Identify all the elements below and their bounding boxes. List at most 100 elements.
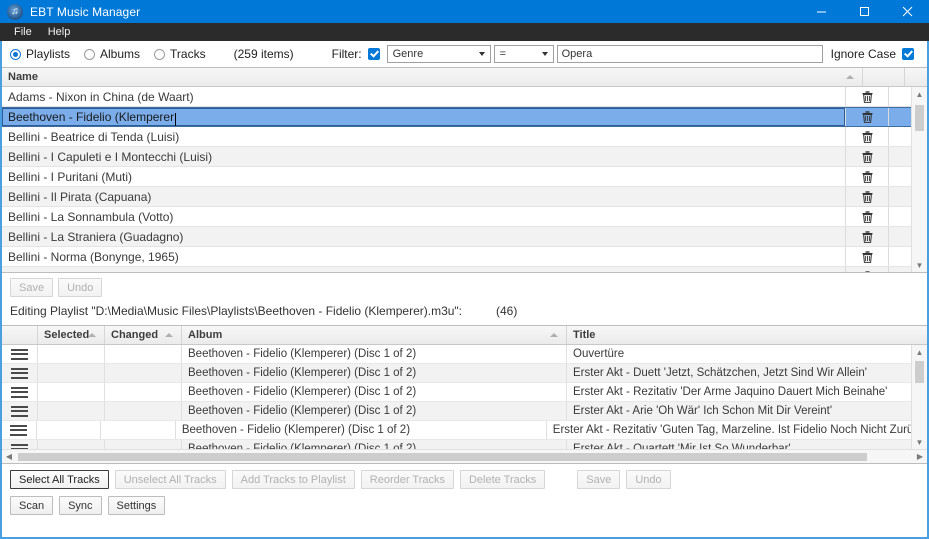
track-vertical-scrollbar[interactable]: ▲ ▼ <box>911 345 927 449</box>
delete-playlist-button[interactable] <box>845 147 888 166</box>
drag-handle-cell[interactable] <box>2 402 38 420</box>
table-row[interactable]: Beethoven - Fidelio (Klemperer) (Disc 1 … <box>2 345 911 364</box>
drag-handle-cell[interactable] <box>2 345 38 363</box>
row-spacer <box>888 227 911 246</box>
track-selected-cell[interactable] <box>38 440 105 449</box>
minimize-icon[interactable] <box>800 0 843 23</box>
sort-ascending-icon <box>550 333 558 337</box>
table-row-selected[interactable]: Beethoven - Fidelio (Klemperer <box>2 107 911 127</box>
track-album-cell: Beethoven - Fidelio (Klemperer) (Disc 1 … <box>182 345 567 363</box>
table-row[interactable]: Adams - Nixon in China (de Waart) <box>2 87 911 107</box>
table-row[interactable]: Bellini - La Sonnambula (Votto) <box>2 207 911 227</box>
column-header-album[interactable]: Album <box>182 326 567 344</box>
track-album-cell: Beethoven - Fidelio (Klemperer) (Disc 1 … <box>182 402 567 420</box>
track-save-button[interactable]: Save <box>577 470 620 489</box>
table-row[interactable]: Beethoven - Fidelio (Klemperer) (Disc 1 … <box>2 421 911 440</box>
delete-playlist-button[interactable] <box>845 187 888 206</box>
scroll-left-icon[interactable]: ◀ <box>2 450 16 464</box>
delete-playlist-button[interactable] <box>845 127 888 146</box>
scroll-up-icon[interactable]: ▲ <box>912 345 927 359</box>
scroll-down-icon[interactable]: ▼ <box>912 258 927 272</box>
table-row[interactable]: Bellini - Il Pirata (Capuana) <box>2 187 911 207</box>
trash-icon <box>862 131 873 143</box>
row-spacer <box>888 247 911 266</box>
column-header-title[interactable]: Title <box>567 326 911 344</box>
table-row[interactable]: Beethoven - Fidelio (Klemperer) (Disc 1 … <box>2 440 911 449</box>
trash-icon <box>862 211 873 223</box>
track-undo-button[interactable]: Undo <box>626 470 670 489</box>
menu-item-help[interactable]: Help <box>40 23 79 41</box>
playlist-name-editing[interactable]: Beethoven - Fidelio (Klemperer <box>2 108 845 126</box>
radio-albums[interactable]: Albums <box>84 47 140 61</box>
scroll-down-icon[interactable]: ▼ <box>912 435 927 449</box>
unselect-all-tracks-button[interactable]: Unselect All Tracks <box>115 470 226 489</box>
drag-handle-cell[interactable] <box>2 383 38 401</box>
table-row[interactable]: Bellini - I Capuleti e I Montecchi (Luis… <box>2 147 911 167</box>
delete-playlist-button[interactable] <box>845 87 888 106</box>
scroll-up-icon[interactable]: ▲ <box>912 87 927 101</box>
delete-playlist-button[interactable] <box>845 167 888 186</box>
sync-button[interactable]: Sync <box>59 496 101 515</box>
table-row[interactable]: Bellini - La Straniera (Guadagno) <box>2 227 911 247</box>
track-selected-cell[interactable] <box>38 383 105 401</box>
drag-handle-cell[interactable] <box>2 421 37 439</box>
delete-tracks-button[interactable]: Delete Tracks <box>460 470 545 489</box>
delete-playlist-button[interactable] <box>845 247 888 266</box>
ignore-case-checkbox[interactable] <box>902 48 914 60</box>
delete-playlist-button[interactable] <box>845 267 888 272</box>
filter-field-select[interactable]: Genre <box>387 45 491 63</box>
content-area: Playlists Albums Tracks (259 items) Filt… <box>0 41 929 539</box>
track-selected-cell[interactable] <box>37 421 102 439</box>
track-selected-cell[interactable] <box>38 402 105 420</box>
filter-operator-select[interactable]: = <box>494 45 554 63</box>
table-row[interactable]: Bellini - Norma (Bonynge, 1984) <box>2 267 911 272</box>
playlist-undo-button[interactable]: Undo <box>58 278 102 297</box>
filter-value-input[interactable]: Opera <box>557 45 823 63</box>
drag-handle-cell[interactable] <box>2 440 38 449</box>
scrollbar-thumb[interactable] <box>915 105 924 131</box>
sort-ascending-icon <box>88 333 96 337</box>
drag-handle-cell[interactable] <box>2 364 38 382</box>
scrollbar-thumb[interactable] <box>915 361 924 383</box>
scroll-right-icon[interactable]: ▶ <box>913 450 927 464</box>
radio-playlists[interactable]: Playlists <box>10 47 70 61</box>
column-header-selected[interactable]: Selected <box>38 326 105 344</box>
music-note-icon: ♫ <box>7 4 23 20</box>
radio-tracks[interactable]: Tracks <box>154 47 206 61</box>
trash-icon <box>862 111 873 123</box>
table-row[interactable]: Bellini - I Puritani (Muti) <box>2 167 911 187</box>
select-all-tracks-button[interactable]: Select All Tracks <box>10 470 109 489</box>
table-row[interactable]: Beethoven - Fidelio (Klemperer) (Disc 1 … <box>2 402 911 421</box>
column-header-scroll-spacer <box>911 326 927 344</box>
maximize-icon[interactable] <box>843 0 886 23</box>
close-icon[interactable] <box>886 0 929 23</box>
playlist-vertical-scrollbar[interactable]: ▲ ▼ <box>911 87 927 272</box>
menu-item-file[interactable]: File <box>6 23 40 41</box>
scan-button[interactable]: Scan <box>10 496 53 515</box>
delete-playlist-button[interactable] <box>845 207 888 226</box>
track-horizontal-scrollbar[interactable]: ◀ ▶ <box>2 449 927 463</box>
column-header-changed[interactable]: Changed <box>105 326 182 344</box>
track-grid: Selected Changed Album Title <box>2 325 927 464</box>
add-tracks-to-playlist-button[interactable]: Add Tracks to Playlist <box>232 470 355 489</box>
radio-albums-label: Albums <box>100 47 140 61</box>
table-row[interactable]: Beethoven - Fidelio (Klemperer) (Disc 1 … <box>2 364 911 383</box>
table-row[interactable]: Bellini - Norma (Bonynge, 1965) <box>2 247 911 267</box>
playlist-save-button[interactable]: Save <box>10 278 53 297</box>
table-row[interactable]: Bellini - Beatrice di Tenda (Luisi) <box>2 127 911 147</box>
track-changed-cell <box>105 383 182 401</box>
settings-button[interactable]: Settings <box>108 496 166 515</box>
column-header-name[interactable]: Name <box>2 68 863 86</box>
track-selected-cell[interactable] <box>38 364 105 382</box>
playlist-name: Bellini - La Straniera (Guadagno) <box>2 230 845 244</box>
reorder-tracks-button[interactable]: Reorder Tracks <box>361 470 454 489</box>
scrollbar-thumb[interactable] <box>18 453 867 461</box>
delete-playlist-button[interactable] <box>845 227 888 246</box>
chevron-down-icon <box>542 52 548 56</box>
filter-enabled-checkbox[interactable] <box>368 48 380 60</box>
window-title: EBT Music Manager <box>30 5 140 19</box>
track-selected-cell[interactable] <box>38 345 105 363</box>
playlist-name: Bellini - Norma (Bonynge, 1984) <box>2 270 845 273</box>
table-row[interactable]: Beethoven - Fidelio (Klemperer) (Disc 1 … <box>2 383 911 402</box>
delete-playlist-button[interactable] <box>845 108 888 126</box>
